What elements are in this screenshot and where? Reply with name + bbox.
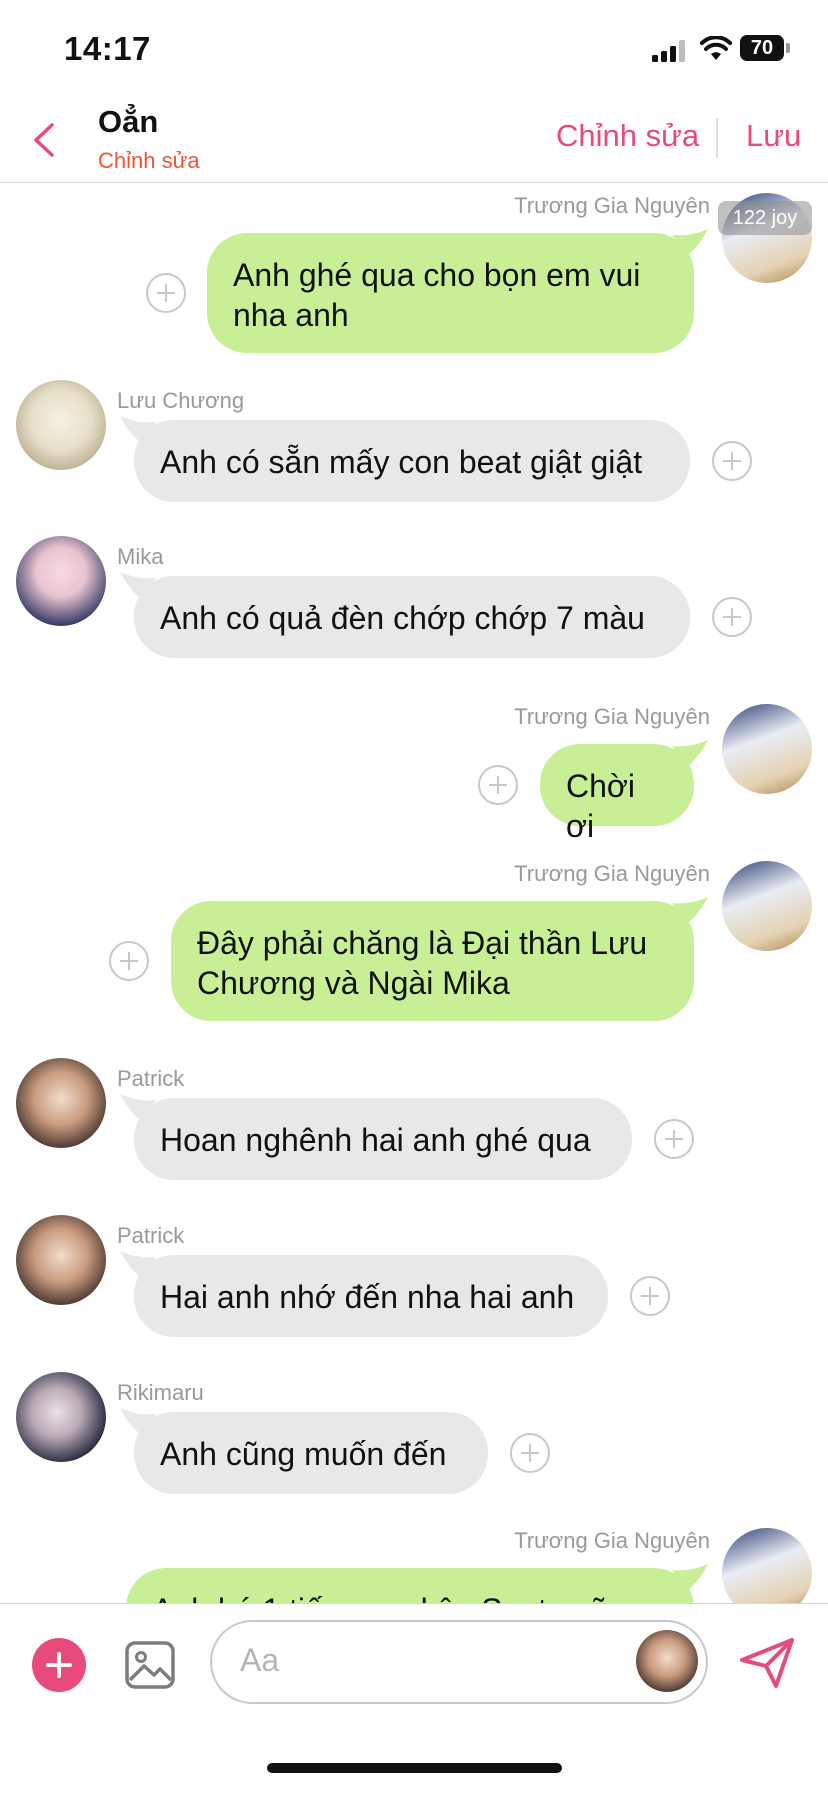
status-time: 14:17 [64, 30, 151, 67]
message-incoming: Patrick Hai anh nhớ đến nha hai anh [0, 1215, 828, 1337]
add-plus-icon[interactable] [32, 1638, 86, 1692]
sender-name: Trương Gia Nguyên [514, 193, 710, 218]
message-bubble[interactable]: Anh có sẵn mấy con beat giật giật [134, 420, 690, 502]
header-divider [716, 118, 718, 158]
chat-header: Oẳn Chỉnh sửa Chỉnh sửa Lưu [0, 96, 828, 183]
add-reaction-icon[interactable] [478, 765, 518, 805]
avatar-truong-gia-nguyen[interactable] [722, 1528, 812, 1603]
message-input[interactable]: Aa [210, 1620, 708, 1704]
conversation-title: Oẳn [98, 104, 159, 139]
sender-name: Trương Gia Nguyên [514, 861, 710, 886]
input-placeholder: Aa [240, 1642, 280, 1678]
conversation-subtitle[interactable]: Chỉnh sửa [98, 148, 200, 174]
add-reaction-icon[interactable] [630, 1276, 670, 1316]
home-indicator [267, 1763, 562, 1773]
battery-icon: 70 [740, 35, 790, 61]
image-icon[interactable] [124, 1640, 176, 1690]
message-outgoing: Trương Gia Nguyên Chời ơi [0, 704, 828, 844]
add-reaction-icon[interactable] [712, 441, 752, 481]
message-bubble[interactable]: Hai anh nhớ đến nha hai anh [134, 1255, 608, 1337]
message-timestamp: 122 joy [718, 201, 812, 235]
back-chevron-icon[interactable] [30, 122, 58, 158]
sender-name: Lưu Chương [117, 388, 245, 413]
message-bubble[interactable]: Anh có quả đèn chớp chớp 7 màu [134, 576, 690, 658]
save-button[interactable]: Lưu [746, 118, 801, 154]
sender-name: Patrick [117, 1223, 185, 1248]
avatar-patrick[interactable] [16, 1215, 106, 1305]
status-bar: 14:17 70 [0, 0, 828, 96]
message-outgoing: Trương Gia Nguyên 122 joy Anh ghé qua ch… [0, 183, 828, 353]
message-incoming: Patrick Hoan nghênh hai anh ghé qua [0, 1058, 828, 1180]
sender-avatar-selector[interactable] [636, 1630, 698, 1692]
add-reaction-icon[interactable] [109, 941, 149, 981]
add-reaction-icon[interactable] [510, 1433, 550, 1473]
message-bubble[interactable]: Anh ghé qua cho bọn em vui nha anh [207, 233, 694, 353]
message-outgoing: Trương Gia Nguyên Đây phải chăng là Đại … [0, 861, 828, 1031]
message-incoming: Rikimaru Anh cũng muốn đến [0, 1372, 828, 1494]
sender-name: Rikimaru [117, 1380, 204, 1405]
message-incoming: Mika Anh có quả đèn chớp chớp 7 màu [0, 536, 828, 658]
chat-thread[interactable]: Trương Gia Nguyên 122 joy Anh ghé qua ch… [0, 183, 828, 1603]
message-bubble[interactable]: Anh hú 1 tiếng em kêu Santa cũng [126, 1568, 694, 1603]
wifi-icon [700, 36, 732, 60]
message-bubble[interactable]: Hoan nghênh hai anh ghé qua [134, 1098, 632, 1180]
message-bubble[interactable]: Anh cũng muốn đến [134, 1412, 488, 1494]
add-reaction-icon[interactable] [146, 273, 186, 313]
avatar-patrick[interactable] [16, 1058, 106, 1148]
add-reaction-icon[interactable] [654, 1119, 694, 1159]
avatar-truong-gia-nguyen[interactable] [722, 861, 812, 951]
sender-name: Mika [117, 544, 164, 569]
signal-icon [652, 40, 688, 62]
sender-name: Trương Gia Nguyên [514, 1528, 710, 1553]
battery-level: 70 [740, 35, 784, 61]
message-bubble[interactable]: Chời ơi [540, 744, 694, 844]
message-incoming: Lưu Chương Anh có sẵn mấy con beat giật … [0, 380, 828, 502]
message-outgoing: Trương Gia Nguyên Anh hú 1 tiếng em kêu … [0, 1528, 828, 1603]
message-composer: Aa [0, 1603, 828, 1793]
send-icon[interactable] [738, 1636, 796, 1690]
avatar-rikimaru[interactable] [16, 1372, 106, 1462]
sender-name: Trương Gia Nguyên [514, 704, 710, 729]
sender-name: Patrick [117, 1066, 185, 1091]
add-reaction-icon[interactable] [712, 597, 752, 637]
avatar-truong-gia-nguyen[interactable] [722, 704, 812, 794]
avatar-luu-chuong[interactable] [16, 380, 106, 470]
message-bubble[interactable]: Đây phải chăng là Đại thần Lưu Chương và… [171, 901, 694, 1021]
edit-button[interactable]: Chỉnh sửa [556, 118, 699, 154]
avatar-mika[interactable] [16, 536, 106, 626]
